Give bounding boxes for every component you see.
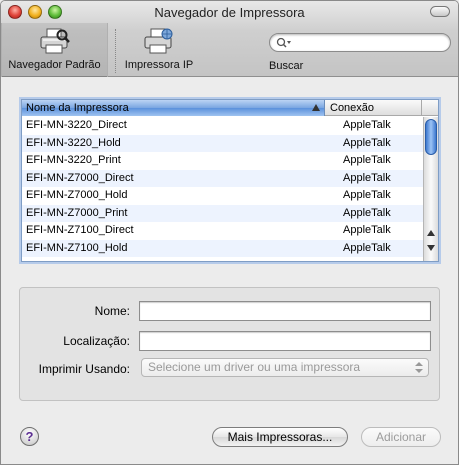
table-row[interactable]: EFI-MN-Z7000_Print AppleTalk	[22, 204, 423, 222]
scroll-up-arrow-icon[interactable]	[427, 230, 435, 236]
connection-cell: AppleTalk	[343, 189, 391, 201]
toolbar-toggle-button[interactable]	[430, 6, 450, 17]
printer-name-cell: EFI-MN-3220_Print	[26, 154, 121, 166]
column-header-printer-name[interactable]: Nome da Impressora	[22, 100, 325, 116]
connection-cell: AppleTalk	[343, 224, 391, 236]
connection-cell: AppleTalk	[343, 206, 391, 219]
default-browser-label: Navegador Padrão	[8, 59, 101, 71]
toolbar-ip-printer[interactable]: Impressora IP	[119, 23, 199, 77]
connection-cell: AppleTalk	[343, 136, 391, 149]
print-using-value: Selecione um driver ou uma impressora	[148, 360, 361, 374]
connection-cell: AppleTalk	[343, 241, 391, 254]
window-title: Navegador de Impressora	[154, 5, 305, 20]
list-header: Nome da Impressora Conexão	[22, 100, 438, 116]
ip-printer-icon	[144, 28, 173, 54]
search-icon	[276, 37, 291, 48]
printer-details-group: Nome: Localização: Imprimir Usando: Sele…	[19, 287, 440, 401]
title-bar: Navegador de Impressora	[1, 1, 458, 23]
search-label: Buscar	[269, 60, 304, 72]
printer-rows: EFI-MN-3220_Direct AppleTalk EFI-MN-3220_…	[22, 117, 423, 261]
vertical-scrollbar[interactable]	[423, 117, 438, 261]
connection-cell: AppleTalk	[343, 154, 391, 166]
scrollbar-thumb[interactable]	[425, 119, 437, 155]
search-input[interactable]	[294, 36, 444, 49]
toolbar-default-browser[interactable]: Navegador Padrão	[1, 23, 108, 77]
window-chrome: Navegador de Impressora Navegador Padrão	[1, 1, 458, 77]
printer-name-cell: EFI-MN-Z7000_Direct	[26, 171, 134, 184]
ip-printer-label: Impressora IP	[124, 59, 194, 71]
printer-list[interactable]: Nome da Impressora Conexão EFI-MN-3220_D…	[21, 99, 439, 262]
toolbar-separator	[115, 29, 116, 73]
default-printer-icon	[40, 28, 70, 54]
printer-name-cell: EFI-MN-Z7100_Hold	[26, 241, 128, 254]
table-row[interactable]: EFI-MN-Z7000_Hold AppleTalk	[22, 187, 423, 205]
printer-name-cell: EFI-MN-Z7000_Print	[26, 206, 128, 219]
table-row[interactable]: EFI-MN-Z7100_Hold AppleTalk	[22, 239, 423, 257]
table-row[interactable]: EFI-MN-3220_Hold AppleTalk	[22, 134, 423, 152]
printer-name-cell: EFI-MN-3220_Hold	[26, 136, 121, 149]
name-label: Nome:	[94, 304, 130, 318]
main-content: Nome da Impressora Conexão EFI-MN-3220_D…	[1, 78, 458, 464]
more-printers-button[interactable]: Mais Impressoras...	[212, 427, 348, 447]
printer-name-cell: EFI-MN-Z7000_Hold	[26, 189, 128, 201]
print-using-label: Imprimir Usando:	[38, 362, 130, 376]
connection-cell: AppleTalk	[343, 119, 391, 131]
search-field[interactable]	[269, 33, 451, 52]
name-field[interactable]	[139, 301, 431, 321]
table-row[interactable]: EFI-MN-Z7100_Direct AppleTalk	[22, 222, 423, 240]
printer-name-cell: EFI-MN-3220_Direct	[26, 119, 127, 131]
table-row[interactable]: EFI-MN-3220_Print AppleTalk	[22, 152, 423, 170]
location-label: Localização:	[63, 334, 130, 348]
sort-ascending-icon	[312, 104, 320, 111]
column-header-connection[interactable]: Conexão	[326, 100, 422, 116]
connection-cell: AppleTalk	[343, 171, 391, 184]
add-button[interactable]: Adicionar	[361, 427, 441, 447]
printer-browser-window: Navegador de Impressora Navegador Padrão	[0, 0, 459, 465]
location-field[interactable]	[139, 331, 431, 351]
printer-name-cell: EFI-MN-Z7100_Direct	[26, 224, 134, 236]
scroll-down-arrow-icon[interactable]	[427, 245, 435, 251]
table-row[interactable]: EFI-MN-3220_Direct AppleTalk	[22, 117, 423, 135]
popup-arrows-icon	[415, 362, 423, 374]
print-using-popup[interactable]: Selecione um driver ou uma impressora	[141, 358, 429, 377]
table-row[interactable]: EFI-MN-Z7000_Direct AppleTalk	[22, 169, 423, 187]
help-button[interactable]: ?	[20, 427, 39, 446]
column-header-printer-name-label: Nome da Impressora	[26, 102, 129, 114]
